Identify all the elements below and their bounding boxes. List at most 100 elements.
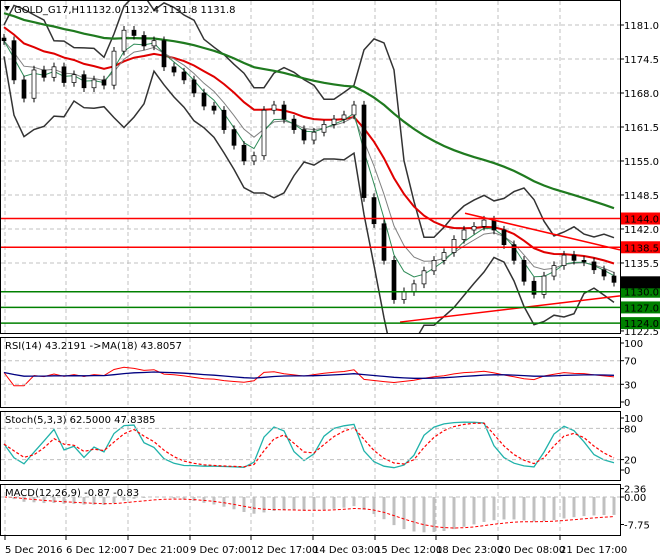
candle-body [611, 275, 617, 283]
y-tick-label: 1161.5 [624, 123, 659, 134]
candle-body [91, 79, 97, 89]
y-tick-label: 70 [624, 357, 637, 368]
x-tick-label: 6 Dec 12:00 [66, 545, 127, 556]
y-tick-label: 100 [624, 339, 643, 350]
candle-body [441, 252, 447, 261]
level-label: 1127.0 [624, 303, 659, 314]
candle-body [521, 260, 527, 282]
candle-body [301, 129, 307, 141]
candle-body [231, 129, 237, 146]
candle-body [581, 260, 587, 263]
y-tick-label: 0.00 [624, 493, 646, 504]
candle-body [101, 79, 107, 86]
rsi-ma-line [3, 371, 615, 379]
y-tick-label: 1174.5 [624, 55, 659, 66]
candle-body [11, 40, 17, 81]
candle-body [321, 124, 327, 133]
bollinger-lower [3, 56, 615, 333]
ma-mid-line [3, 26, 615, 265]
chart-symbol: GOLD_G17,H1 [14, 5, 85, 16]
chart-canvas[interactable]: 5 Dec 2016 6 Dec 12:00 7 Dec 21:00 9 Dec 07… [0, 0, 660, 560]
ma-short-grey [3, 40, 615, 273]
candle-body [351, 104, 357, 116]
candle-body [331, 118, 337, 125]
y-tick-label: 20 [624, 456, 637, 467]
ma-long-line [3, 12, 615, 210]
current-price-label: 1131.8 [624, 278, 659, 289]
support-trendline [399, 295, 620, 323]
candle-body [211, 105, 217, 111]
candle-body [171, 66, 177, 73]
candle-body [31, 69, 37, 99]
candle-body [311, 131, 317, 141]
candle-body [41, 69, 47, 78]
x-tick-label: 15 Dec 12:00 [375, 545, 442, 556]
panel-title: RSI(14) 43.2191 ->MA(18) 43.8057 [5, 341, 182, 352]
candle-body [601, 269, 607, 277]
chart-ohlc: 1132.0 1132.4 1131.8 1131.8 [86, 5, 236, 16]
candle-body [151, 40, 157, 47]
candle-body [271, 104, 277, 111]
candle-body [421, 270, 427, 285]
level-label: 1138.5 [624, 243, 659, 254]
candle-body [431, 260, 437, 272]
candle-body [221, 109, 227, 130]
candle-body [551, 265, 557, 277]
y-tick-label: 1155.0 [624, 157, 659, 168]
y-tick-label: 1135.5 [624, 259, 659, 270]
candle-body [291, 118, 297, 130]
candle-body [451, 239, 457, 253]
candle-body [411, 283, 417, 293]
candle-body [261, 109, 267, 157]
x-tick-label: 21 Dec 17:00 [560, 545, 627, 556]
y-tick-label: 1168.0 [624, 89, 659, 100]
candle-body [131, 29, 137, 36]
chart-window[interactable]: 5 Dec 2016 6 Dec 12:00 7 Dec 21:00 9 Dec 07… [0, 0, 660, 560]
candle-body [481, 219, 487, 227]
x-tick-label: 5 Dec 2016 [5, 545, 63, 556]
candle-body [81, 74, 87, 89]
y-tick-label: 30 [624, 380, 637, 391]
candle-body [491, 219, 497, 231]
candle-body [281, 104, 287, 120]
candle-body [251, 155, 257, 162]
y-tick-label: 100 [624, 414, 643, 425]
y-tick-label: 1142.0 [624, 225, 659, 236]
candle-body [161, 40, 167, 68]
panel-title: Stoch(5,3,3) 62.5000 47.8385 [5, 415, 156, 426]
candle-body [201, 92, 207, 107]
candle-body [241, 144, 247, 162]
candle-body [471, 226, 477, 231]
candle-body [71, 74, 77, 83]
y-tick-label: 1148.5 [624, 191, 659, 202]
level-label: 1124.0 [624, 319, 659, 330]
candle-body [561, 254, 567, 266]
stoch-main-line [3, 421, 615, 469]
candle-body [121, 29, 127, 52]
candle-body [571, 254, 577, 261]
candle-body [501, 229, 507, 246]
panel-frame-0 [0, 0, 621, 334]
x-tick-label: 7 Dec 21:00 [128, 545, 189, 556]
ma-short-green [3, 40, 615, 278]
y-tick-label: 80 [624, 424, 637, 435]
y-tick-label: 0 [624, 466, 630, 477]
candle-body [341, 114, 347, 120]
candle-body [371, 197, 377, 225]
y-tick-label: 0 [624, 398, 630, 409]
x-tick-label: 14 Dec 03:00 [313, 545, 380, 556]
candle-body [21, 79, 27, 99]
level-label: 1144.0 [624, 215, 659, 226]
x-tick-label: 20 Dec 08:00 [498, 545, 565, 556]
candle-body [401, 291, 407, 300]
candle-body [61, 66, 67, 83]
candle-body [381, 223, 387, 261]
candle-body [591, 261, 597, 271]
x-tick-label: 12 Dec 17:00 [251, 545, 318, 556]
candle-body [51, 66, 57, 78]
candle-body [141, 35, 147, 47]
candle-body [391, 260, 397, 300]
y-tick-label: 1181.0 [624, 21, 659, 32]
panel-title: MACD(12,26,9) -0.87 -0.83 [5, 488, 139, 499]
candle-body [191, 79, 197, 94]
